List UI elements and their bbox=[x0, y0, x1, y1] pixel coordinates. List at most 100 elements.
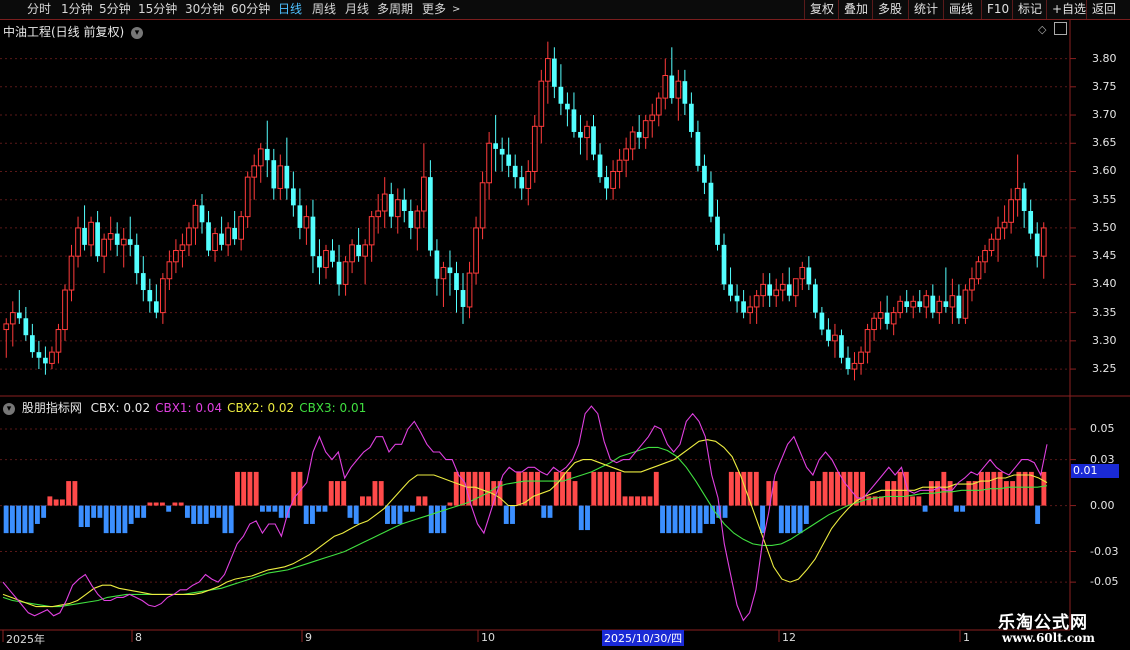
cbx-bar-down bbox=[803, 505, 809, 524]
indicator-value-0: CBX: 0.02 bbox=[90, 401, 151, 415]
price-tick-label: 3.60 bbox=[1092, 164, 1117, 178]
cbx-bar-up bbox=[1028, 471, 1034, 506]
chevron-down-icon[interactable]: ▾ bbox=[3, 402, 15, 415]
cbx-bar-down bbox=[322, 505, 328, 512]
candle-down bbox=[767, 284, 773, 296]
candle-down bbox=[604, 177, 609, 189]
toolbar-button-6[interactable]: 标记 bbox=[1012, 0, 1047, 19]
period-tab-8[interactable]: 月线 bbox=[342, 0, 372, 19]
cbx-bar-down bbox=[785, 505, 791, 534]
candle-up bbox=[616, 159, 623, 172]
period-tab-1[interactable]: 1分钟 bbox=[58, 0, 96, 19]
candle-up bbox=[9, 312, 16, 325]
cbx-bar-up bbox=[360, 496, 365, 506]
candle-down bbox=[669, 75, 675, 99]
candle-up bbox=[394, 199, 401, 218]
candle-down bbox=[682, 81, 688, 104]
cbx-bar-down bbox=[778, 505, 784, 534]
cbx-bar-down bbox=[672, 505, 678, 534]
cbx-bar-up bbox=[885, 481, 891, 506]
diamond-icon[interactable]: ◇ bbox=[1038, 23, 1046, 36]
candle-up bbox=[166, 261, 173, 280]
cbx-bar-up bbox=[653, 471, 659, 506]
toolbar-button-0[interactable]: 复权 bbox=[804, 0, 839, 19]
candle-up bbox=[531, 125, 538, 172]
candle-down bbox=[428, 177, 433, 251]
candle-down bbox=[806, 267, 812, 285]
cbx-bar-up bbox=[1041, 471, 1047, 506]
cbx-bar-down bbox=[385, 505, 390, 524]
cbx-bar-up bbox=[241, 471, 247, 506]
candle-down bbox=[310, 216, 316, 257]
cbx-bar-down bbox=[9, 505, 15, 534]
period-tab-2[interactable]: 5分钟 bbox=[96, 0, 134, 19]
cbx-bar-down bbox=[91, 505, 97, 518]
watermark-title: 乐淘公式网 bbox=[998, 613, 1088, 633]
cbx-bar-up bbox=[897, 471, 903, 506]
cbx-bar-down bbox=[166, 505, 172, 512]
toolbar-button-5[interactable]: F10 bbox=[981, 0, 1014, 19]
candle-down bbox=[695, 131, 701, 166]
candle-down bbox=[291, 188, 296, 206]
toolbar-button-3[interactable]: 统计 bbox=[908, 0, 943, 19]
candle-up bbox=[75, 227, 81, 257]
cbx-bar-up bbox=[591, 471, 597, 506]
cbx-bar-down bbox=[134, 505, 140, 518]
indicator-name[interactable]: 股朋指标网 bbox=[22, 401, 82, 415]
price-tick-label: 3.70 bbox=[1092, 108, 1117, 122]
period-tab-10[interactable]: 更多 bbox=[419, 0, 449, 19]
cbx-bar-down bbox=[78, 505, 84, 528]
candle-up bbox=[584, 125, 590, 139]
candle-up bbox=[936, 300, 943, 314]
period-tab-9[interactable]: 多周期 bbox=[374, 0, 416, 19]
candle-down bbox=[16, 312, 22, 319]
period-tab-7[interactable]: 周线 bbox=[309, 0, 339, 19]
candle-up bbox=[88, 221, 94, 246]
cbx-bar-up bbox=[535, 471, 540, 506]
toolbar-button-2[interactable]: 多股 bbox=[872, 0, 907, 19]
candle-up bbox=[179, 244, 186, 252]
cbx-bar-down bbox=[191, 505, 197, 524]
period-tab-5[interactable]: 60分钟 bbox=[228, 0, 273, 19]
toolbar-button-1[interactable]: 叠加 bbox=[838, 0, 873, 19]
cbx-bar-down bbox=[960, 505, 966, 512]
candle-down bbox=[264, 148, 270, 161]
cbx-bar-up bbox=[172, 502, 178, 506]
cbx-bar-down bbox=[347, 505, 353, 518]
cbx-bar-up bbox=[753, 471, 759, 506]
cbx-bar-up bbox=[528, 471, 534, 506]
candle-up bbox=[877, 312, 884, 319]
candle-up bbox=[995, 227, 1001, 240]
cbx-bar-up bbox=[178, 502, 184, 506]
period-tab-3[interactable]: 15分钟 bbox=[135, 0, 180, 19]
candle-down bbox=[845, 357, 851, 370]
cbx-bar-up bbox=[978, 471, 984, 506]
cbx-bar-up bbox=[916, 496, 922, 506]
cbx-bar-up bbox=[553, 471, 559, 506]
candle-down bbox=[232, 227, 237, 240]
toolbar-button-8[interactable]: 返回 bbox=[1086, 0, 1121, 19]
candle-down bbox=[506, 154, 512, 166]
cbx-bar-up bbox=[291, 471, 297, 506]
toolbar-button-4[interactable]: 画线 bbox=[943, 0, 978, 19]
period-tab-4[interactable]: 30分钟 bbox=[182, 0, 227, 19]
period-tab-0[interactable]: 分时 bbox=[24, 0, 54, 19]
cbx-bar-up bbox=[828, 471, 834, 506]
stock-title[interactable]: 中油工程(日线 前复权) ▾ bbox=[3, 23, 144, 40]
cbx-bar-up bbox=[816, 481, 822, 506]
kline-chart[interactable] bbox=[0, 20, 1130, 650]
candle-down bbox=[499, 148, 505, 155]
cbx-bar-up bbox=[153, 502, 159, 506]
period-tab-6[interactable]: 日线 bbox=[275, 0, 305, 19]
chevron-down-icon[interactable]: ▾ bbox=[131, 26, 144, 39]
cbx-bar-down bbox=[34, 505, 40, 524]
candle-down bbox=[1034, 233, 1040, 257]
cbx-bar-down bbox=[660, 505, 665, 534]
toolbar-button-7[interactable]: +自选 bbox=[1046, 0, 1091, 19]
candle-up bbox=[62, 289, 68, 331]
more-arrow-icon[interactable]: > bbox=[449, 0, 463, 19]
candle-up bbox=[3, 323, 10, 331]
candle-up bbox=[799, 266, 806, 280]
window-toggle-icon[interactable] bbox=[1054, 22, 1067, 35]
candle-down bbox=[134, 244, 140, 274]
